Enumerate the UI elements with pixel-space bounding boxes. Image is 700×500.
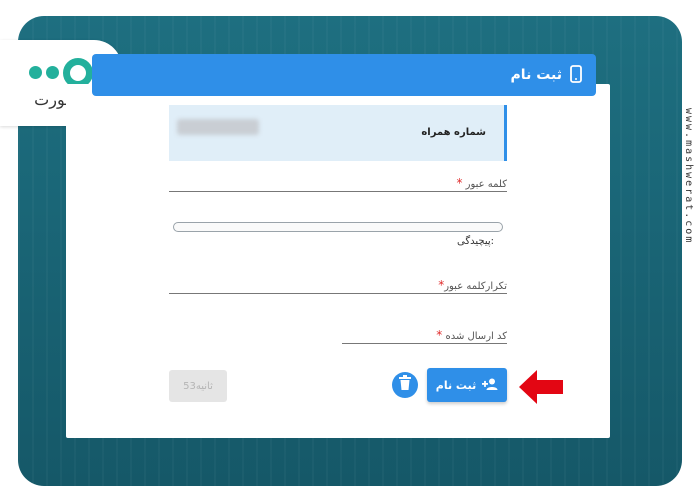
register-button[interactable]: ثبت نام — [427, 368, 507, 402]
site-watermark: www.mashwerat.com — [683, 108, 694, 245]
phone-label: شماره همراه — [421, 127, 486, 138]
password-strength-meter — [173, 222, 503, 232]
add-user-icon — [482, 378, 498, 393]
screenshot-canvas: مـــورت www.mashwerat.com ثبت نام شماره … — [0, 0, 700, 500]
required-marker: * — [456, 176, 463, 190]
repeat-password-label: تکرارکلمه عبور — [444, 281, 507, 292]
phone-number-display: شماره همراه — [169, 105, 507, 161]
required-marker: * — [436, 328, 443, 342]
mobile-phone-icon — [568, 65, 584, 85]
verification-code-field[interactable]: * کد ارسال شده — [342, 328, 507, 344]
register-label: ثبت نام — [435, 378, 477, 392]
complexity-label: پیچیدگی: — [457, 236, 494, 247]
repeat-password-field[interactable]: *تکرارکلمه عبور — [169, 278, 507, 294]
logo-dots-icon — [29, 57, 93, 88]
clear-button[interactable] — [392, 372, 418, 398]
form-header: ثبت نام — [92, 54, 596, 96]
resend-timer-button[interactable]: 53ثانیه — [169, 370, 227, 402]
form-title: ثبت نام — [510, 67, 562, 83]
trash-icon — [398, 375, 412, 395]
phone-value-blurred — [177, 119, 259, 135]
code-label: کد ارسال شده — [445, 331, 507, 342]
password-label: کلمه عبور — [465, 179, 507, 190]
password-field[interactable]: * کلمه عبور — [169, 176, 507, 192]
pointer-arrow-icon — [517, 367, 565, 407]
